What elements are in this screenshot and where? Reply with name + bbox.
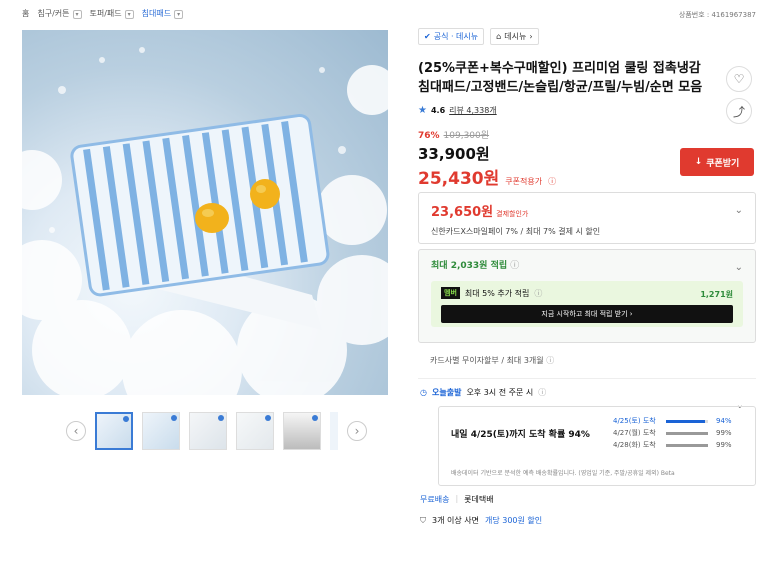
chevron-down-icon[interactable]: ▾ [174,10,184,19]
store-link[interactable]: ⌂ 데시뉴 › [490,28,539,45]
info-icon[interactable]: ⓘ [548,176,556,187]
brand-row: ✔ 공식 · 데시뉴 ⌂ 데시뉴 › [418,28,756,45]
breadcrumb-item-bedding[interactable]: 침구/커튼 ▾ [37,8,82,19]
info-icon[interactable]: ⓘ [510,261,519,271]
chevron-down-icon[interactable]: ▾ [124,10,134,19]
info-icon[interactable]: ⓘ [546,356,554,365]
chevron-right-icon: › [529,32,533,41]
card-discount-price: 23,650원 [431,205,494,220]
heart-icon[interactable]: ♡ [726,66,752,92]
coupon-price: 25,430원 [418,169,500,189]
thumbnail[interactable] [189,412,227,450]
tag-icon: ⛉ [420,515,426,525]
thumbnail[interactable] [142,412,180,450]
price-area: 76% 109,300원 33,900원 25,430원 쿠폰적용가 ⓘ ↓ 쿠폰… [418,128,756,189]
member-text: 최대 5% 추가 적립 [464,288,530,298]
share-icon[interactable]: ⤴ [726,98,752,124]
main-product-image [22,30,388,395]
probability-bar [666,443,708,447]
product-info-panel: ✔ 공식 · 데시뉴 ⌂ 데시뉴 › (25%쿠폰+복수구매할인) 프리미엄 쿨… [418,28,756,526]
card-discount-label: 결제할인가 [496,210,529,218]
bundle-discount: ⛉ 3개 이상 사면 개당 300원 할인 [420,515,543,526]
chevron-down-icon[interactable]: ⌄ [735,262,743,273]
thumbnail[interactable] [283,412,321,450]
member-badge: 멤버 [441,287,460,299]
max-points: 최대 2,033원 적립 ⓘ [431,261,520,271]
delivery-row: 4/25(토) 도착 94% [613,417,732,425]
thumbnail[interactable] [236,412,274,450]
delivery-row: 4/27(월) 도착 99% [613,429,732,437]
rating-row: ★ 4.6 리뷰 4,338개 [418,105,756,116]
coupon-price-label: 쿠폰적용가 [505,177,543,186]
shield-check-icon: ✔ [424,32,431,41]
card-discount-detail: 신한카드X스마일페이 7% / 최대 7% 결제 시 할인 [431,227,601,236]
thumbnail[interactable] [95,412,133,450]
today-ship-logo: 오늘출발 [431,388,462,397]
member-points: 1,271원 [700,290,733,299]
arrival-estimate: 내일 4/25(토)까지 도착 확률 94% [451,430,590,440]
free-shipping: 무료배송 [420,495,450,504]
product-title: (25%쿠폰+복수구매할인) 프리미엄 쿨링 접촉냉감 침대패드/고정밴드/논슬… [418,61,703,95]
divider [418,378,756,379]
breadcrumb-item-topper[interactable]: 토퍼/패드 ▾ [90,8,134,19]
card-discount-box[interactable]: 23,650원 결제할인가 신한카드X스마일페이 7% / 최대 7% 결제 시 … [418,192,756,244]
product-number: 상품번호 : 4161967387 [678,11,756,19]
thumbnail-strip: ‹ › [66,412,367,450]
shipping-cutoff: 오후 3시 전 주문 시 [466,388,534,397]
chevron-down-icon[interactable]: ▾ [72,10,82,19]
points-box: 최대 2,033원 적립 ⓘ ⌄ 멤버 최대 5% 추가 적립 ⓘ 1,271원… [418,249,756,343]
delivery-forecast-box: 내일 4/25(토)까지 도착 확률 94% 4/25(토) 도착 94% 4/… [438,406,756,486]
shipping-row: ◷ 오늘출발 오후 3시 전 주문 시 ⓘ [418,387,756,398]
star-icon: ★ [418,105,427,116]
download-icon: ↓ [694,157,703,167]
official-brand-tag[interactable]: ✔ 공식 · 데시뉴 [418,28,485,45]
chevron-down-icon[interactable]: ⌄ [735,205,743,216]
membership-promo: 멤버 최대 5% 추가 적립 ⓘ 1,271원 지금 시작하고 최대 적립 받기… [431,281,743,327]
original-price: 109,300원 [443,131,490,141]
breadcrumb-home[interactable]: 홈 [22,8,29,19]
info-icon[interactable]: ⓘ [538,387,546,398]
carrier: 롯데택배 [464,495,494,504]
rating-value: 4.6 [430,106,446,115]
delivery-row: 4/28(화) 도착 99% [613,441,732,449]
forecast-note: 배송데이터 기반으로 분석한 예측 배송확률입니다. (영업일 기준, 주말/공… [451,470,675,477]
home-icon: ⌂ [496,32,502,41]
membership-cta-button[interactable]: 지금 시작하고 최대 적립 받기 › [441,305,733,323]
probability-bar [666,419,706,423]
chevron-left-icon[interactable]: ‹ [66,421,86,441]
clock-icon: ◷ [420,388,427,397]
chevron-right-icon[interactable]: › [347,421,367,441]
delivery-probability-list: 4/25(토) 도착 94% 4/27(월) 도착 99% 4/28(화) 도착… [613,415,763,451]
probability-bar [666,431,708,435]
thumbnail[interactable] [330,412,338,450]
product-photo-illustration [22,47,388,395]
info-icon[interactable]: ⓘ [534,288,542,299]
breadcrumb-item-bedpad[interactable]: 침대패드 ▾ [142,8,184,19]
coupon-button[interactable]: ↓ 쿠폰받기 [680,148,754,176]
shipping-fee-row: 무료배송 | 롯데택배 [420,494,494,504]
installment-info: 카드사별 무이자할부 / 최대 3개월 ⓘ [430,356,555,365]
review-link[interactable]: 리뷰 4,338개 [449,105,497,116]
discount-rate: 76% [418,131,440,141]
breadcrumb: 홈 침구/커튼 ▾ 토퍼/패드 ▾ 침대패드 ▾ [22,8,184,19]
